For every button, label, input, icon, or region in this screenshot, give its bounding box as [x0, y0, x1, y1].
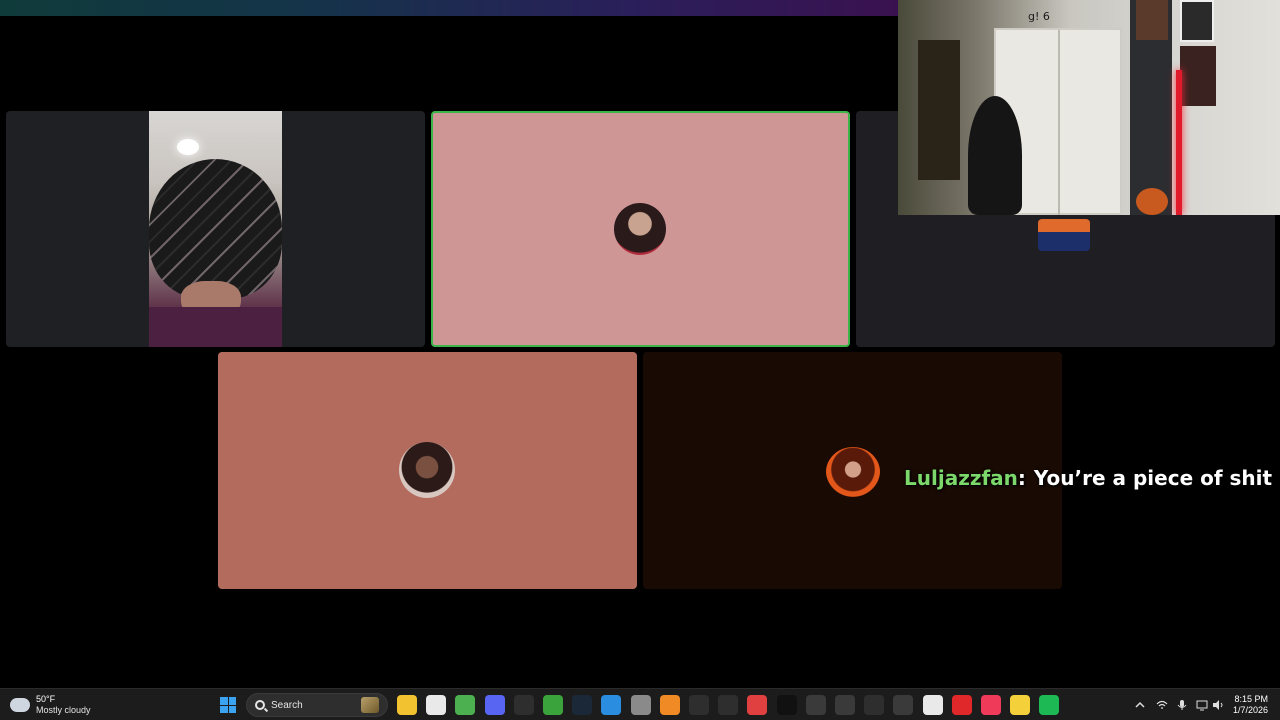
poster: [1180, 0, 1214, 42]
window-top-bar: [0, 0, 900, 16]
poster: [1136, 0, 1168, 40]
emoji-app-icon[interactable]: [1010, 695, 1031, 715]
file-explorer-icon[interactable]: [397, 695, 417, 715]
minecraft-icon[interactable]: [630, 695, 651, 715]
weather-text: 50°F Mostly cloudy: [36, 694, 91, 716]
clock-time: 8:15 PM: [1234, 694, 1268, 704]
discord-icon[interactable]: [484, 695, 505, 715]
taskbar: 50°F Mostly cloudy Search 8:15 PM 1/7/20…: [0, 688, 1280, 720]
participant-avatar: [614, 203, 666, 255]
clock[interactable]: 8:15 PM 1/7/2026: [1233, 694, 1268, 716]
microphone-icon[interactable]: [1176, 699, 1188, 711]
ccleaner-icon[interactable]: [893, 695, 914, 715]
windows-logo-icon: [220, 697, 228, 705]
blender-icon[interactable]: [659, 695, 680, 715]
poster: [1180, 46, 1216, 106]
tool-icon[interactable]: [864, 695, 885, 715]
weather-desc: Mostly cloudy: [36, 705, 91, 715]
notepad-icon[interactable]: [922, 695, 943, 715]
participant-avatar: [1038, 219, 1090, 251]
chat-text: You’re a piece of shit: [1033, 466, 1273, 490]
led-light: [1176, 70, 1182, 215]
search-label: Search: [271, 699, 303, 711]
ceiling-light: [177, 139, 199, 155]
itunes-icon[interactable]: [981, 695, 1001, 715]
pen-icon[interactable]: [689, 695, 709, 715]
edge-icon[interactable]: [601, 695, 622, 715]
xbox-icon[interactable]: [543, 695, 563, 715]
network-icon[interactable]: [1156, 699, 1168, 711]
shirt: [149, 307, 282, 347]
chat-username: Luljazzfan: [904, 466, 1018, 490]
clock-date: 1/7/2026: [1232, 705, 1268, 715]
chat-message: Luljazzfan: You’re a piece of shit: [904, 466, 1272, 490]
epic-games-icon[interactable]: [513, 695, 534, 715]
4k-downloader-icon[interactable]: [835, 695, 855, 715]
basketball: [1136, 188, 1168, 215]
participant-video: [149, 111, 282, 347]
steam-icon[interactable]: [572, 695, 593, 715]
webcam-text: g! 6: [1028, 10, 1050, 23]
chrome-icon[interactable]: [455, 695, 476, 715]
obs-icon[interactable]: [747, 695, 768, 715]
shelf: [918, 40, 960, 180]
taskbar-search[interactable]: Search: [246, 693, 388, 717]
search-icon: [255, 700, 265, 710]
app-icon[interactable]: [805, 695, 826, 715]
spotify-icon[interactable]: [1039, 695, 1060, 715]
windows-logo-icon: [228, 697, 236, 705]
volume-icon[interactable]: [1212, 699, 1224, 711]
chat-separator: :: [1017, 466, 1026, 490]
participant-tile-1[interactable]: [6, 111, 425, 347]
screen: g! 6 Luljazzfan: You’re a piece of shit 5…: [0, 0, 1280, 720]
settings-icon[interactable]: [718, 695, 739, 715]
windows-logo-icon: [220, 705, 228, 713]
weather-widget[interactable]: 50°F Mostly cloudy: [10, 693, 91, 717]
participant-tile-2[interactable]: [431, 111, 850, 347]
capcut-icon[interactable]: [776, 695, 797, 715]
cloud-icon: [10, 698, 30, 712]
microsoft-store-icon[interactable]: [426, 695, 447, 715]
display-icon[interactable]: [1196, 699, 1208, 711]
weather-temp: 50°F: [36, 694, 56, 704]
chevron-up-icon[interactable]: [1134, 699, 1146, 711]
bonnet: [149, 159, 282, 299]
participant-tile-4[interactable]: [218, 352, 637, 589]
start-button[interactable]: [220, 697, 236, 713]
youtube-icon[interactable]: [951, 695, 972, 715]
gaming-chair: [968, 96, 1022, 215]
search-highlight-icon: [361, 697, 379, 713]
windows-logo-icon: [228, 705, 236, 713]
webcam-overlay: g! 6: [898, 0, 1280, 215]
participant-avatar: [399, 442, 455, 498]
participant-avatar: [826, 447, 880, 497]
